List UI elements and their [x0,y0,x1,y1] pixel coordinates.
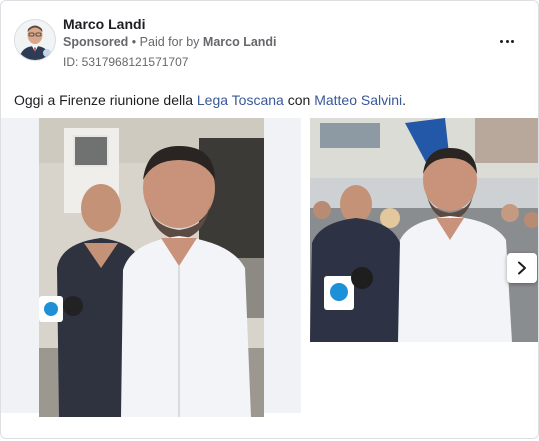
paid-for-prefix: Paid for by [139,35,200,49]
person-photo-icon [310,118,538,342]
post-text: Oggi a Firenze riunione della Lega Tosca… [14,92,406,108]
dot [500,39,504,43]
more-options-button[interactable] [495,31,519,51]
avatar-portrait-icon [15,20,55,60]
matteo-salvini-link[interactable]: Matteo Salvini [314,92,402,108]
sponsored-line: Sponsored • Paid for by Marco Landi [63,35,277,49]
dot [505,39,509,43]
paid-for-name: Marco Landi [202,35,277,49]
lega-toscana-link[interactable]: Lega Toscana [197,92,284,108]
carousel-photo-2[interactable] [310,118,538,342]
post-text-end: . [402,92,407,108]
sponsored-label: Sponsored [63,35,129,49]
page-name[interactable]: Marco Landi [63,16,145,32]
carousel-next-button[interactable] [507,253,537,283]
post-text-start: Oggi a Firenze riunione della [14,92,197,108]
dot [510,39,514,43]
carousel-photo-1[interactable] [39,118,264,417]
chevron-right-icon [518,261,526,275]
ad-card: Marco Landi Sponsored • Paid for by Marc… [0,0,539,439]
separator-dot: • [131,35,137,49]
page-avatar[interactable] [14,19,56,61]
person-photo-icon [39,118,264,417]
post-text-middle: con [283,92,315,108]
ad-id: ID: 5317968121571707 [63,55,189,69]
